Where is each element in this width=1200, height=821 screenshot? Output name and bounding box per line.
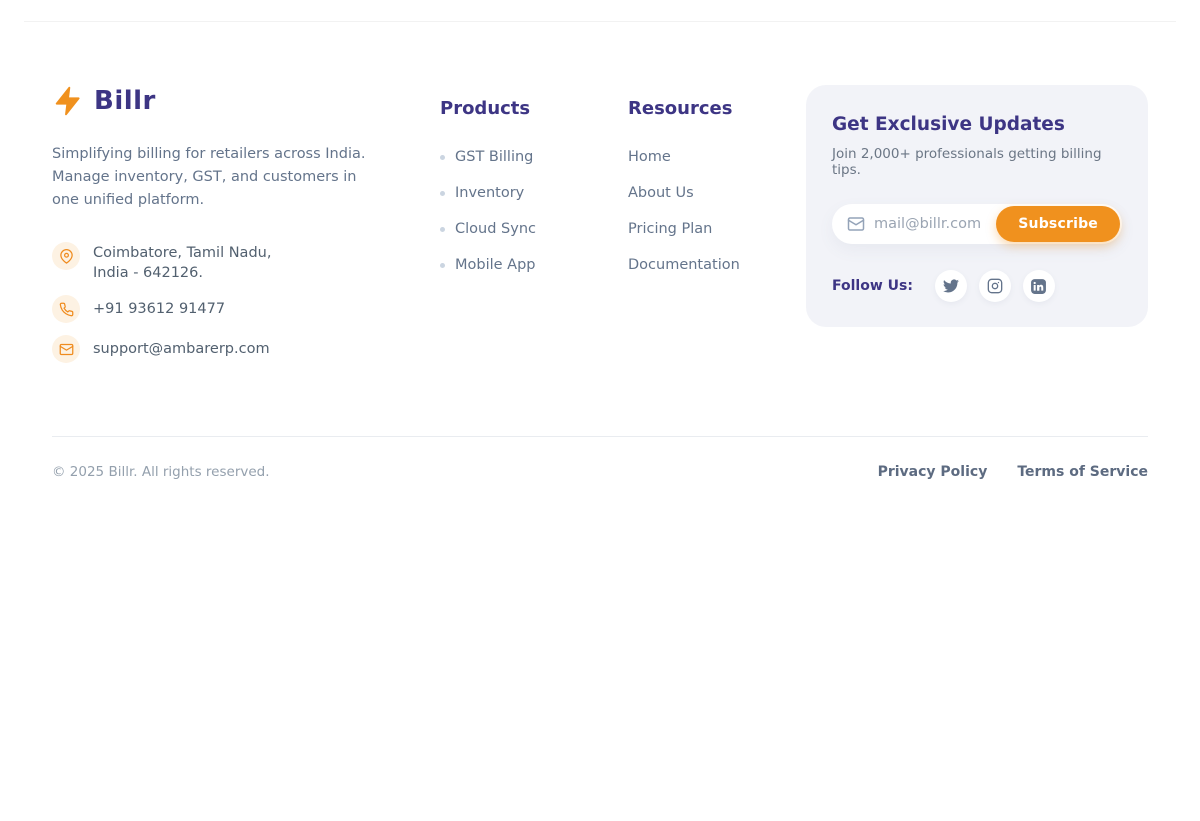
legal-links: Privacy Policy Terms of Service — [878, 464, 1148, 480]
mail-icon — [847, 215, 865, 233]
products-column: Products GST Billing Inventory Cloud Syn… — [440, 85, 592, 291]
footer-link-label[interactable]: Pricing Plan — [628, 221, 712, 237]
contact-address: Coimbatore, Tamil Nadu, India - 642126. — [52, 242, 404, 283]
footer: Billr Simplifying billing for retailers … — [0, 85, 1200, 480]
contact-phone[interactable]: +91 93612 91477 — [52, 295, 404, 323]
map-pin-icon — [52, 242, 80, 270]
footer-link-label[interactable]: About Us — [628, 185, 694, 201]
footer-link-label[interactable]: GST Billing — [455, 149, 533, 165]
footer-link-label[interactable]: Mobile App — [455, 257, 536, 273]
brand-column: Billr Simplifying billing for retailers … — [52, 85, 404, 375]
brand-tagline: Simplifying billing for retailers across… — [52, 143, 382, 212]
products-links: GST Billing Inventory Cloud Sync Mobile … — [440, 147, 592, 275]
brand-logo: Billr — [52, 85, 404, 117]
brand-name: Billr — [94, 86, 156, 116]
newsletter-card: Get Exclusive Updates Join 2,000+ profes… — [806, 85, 1148, 327]
privacy-policy-link[interactable]: Privacy Policy — [878, 464, 988, 480]
resources-title: Resources — [628, 98, 796, 120]
follow-us-label: Follow Us: — [832, 278, 913, 294]
bullet-dot-icon — [440, 227, 445, 232]
subscribe-form: Subscribe — [832, 204, 1122, 244]
resources-link-pricing-plan[interactable]: Pricing Plan — [628, 219, 796, 239]
newsletter-subtitle: Join 2,000+ professionals getting billin… — [832, 146, 1122, 178]
subscribe-button[interactable]: Subscribe — [996, 206, 1120, 242]
copyright-text: © 2025 Billr. All rights reserved. — [52, 464, 270, 480]
instagram-icon[interactable] — [979, 270, 1011, 302]
bullet-dot-icon — [440, 191, 445, 196]
products-link-mobile-app[interactable]: Mobile App — [440, 255, 592, 275]
products-link-inventory[interactable]: Inventory — [440, 183, 592, 203]
contact-list: Coimbatore, Tamil Nadu, India - 642126. … — [52, 242, 404, 363]
products-title: Products — [440, 98, 592, 120]
follow-row: Follow Us: — [832, 270, 1122, 302]
bullet-dot-icon — [440, 155, 445, 160]
address-line1: Coimbatore, Tamil Nadu, — [93, 245, 271, 261]
resources-links: Home About Us Pricing Plan Documentation — [628, 147, 796, 275]
terms-of-service-link[interactable]: Terms of Service — [1017, 464, 1148, 480]
footer-link-label[interactable]: Inventory — [455, 185, 524, 201]
footer-link-label[interactable]: Cloud Sync — [455, 221, 536, 237]
bullet-dot-icon — [440, 263, 445, 268]
linkedin-icon[interactable] — [1023, 270, 1055, 302]
top-divider — [24, 21, 1176, 22]
resources-link-home[interactable]: Home — [628, 147, 796, 167]
products-link-cloud-sync[interactable]: Cloud Sync — [440, 219, 592, 239]
resources-link-documentation[interactable]: Documentation — [628, 255, 796, 275]
mail-icon — [52, 335, 80, 363]
phone-text: +91 93612 91477 — [93, 299, 225, 319]
contact-email[interactable]: support@ambarerp.com — [52, 335, 404, 363]
resources-column: Resources Home About Us Pricing Plan Doc… — [628, 85, 796, 291]
address-line2: India - 642126. — [93, 265, 203, 281]
footer-bottom-bar: © 2025 Billr. All rights reserved. Priva… — [52, 437, 1148, 480]
products-link-gst-billing[interactable]: GST Billing — [440, 147, 592, 167]
phone-icon — [52, 295, 80, 323]
newsletter-title: Get Exclusive Updates — [832, 113, 1122, 137]
footer-link-label[interactable]: Home — [628, 149, 671, 165]
twitter-icon[interactable] — [935, 270, 967, 302]
bolt-icon — [52, 85, 84, 117]
footer-main: Billr Simplifying billing for retailers … — [52, 85, 1148, 375]
address-text: Coimbatore, Tamil Nadu, India - 642126. — [93, 242, 271, 283]
resources-link-about-us[interactable]: About Us — [628, 183, 796, 203]
footer-link-label[interactable]: Documentation — [628, 257, 740, 273]
email-input[interactable] — [874, 216, 998, 232]
email-text: support@ambarerp.com — [93, 339, 270, 359]
